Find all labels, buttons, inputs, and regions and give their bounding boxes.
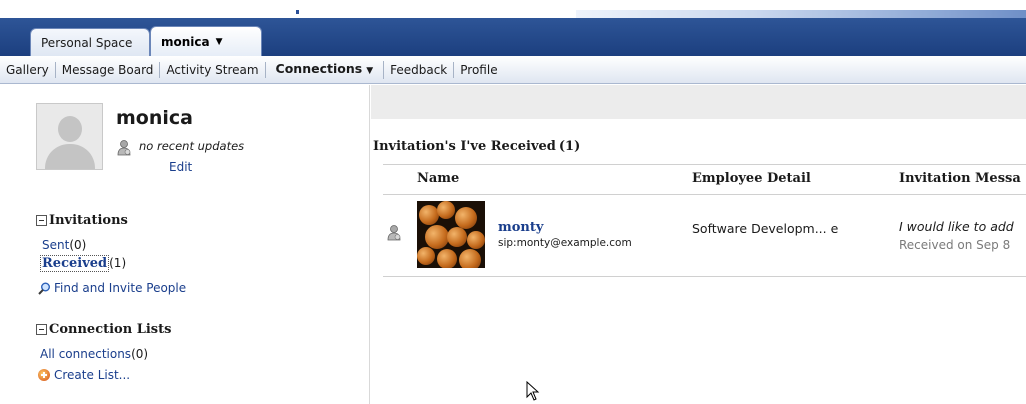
top-decoration-gradient [576,10,1026,18]
column-header-employee-detail[interactable]: Employee Detail [692,171,811,186]
mouse-cursor-icon [526,381,540,401]
received-invitations-link[interactable]: Received (1) [40,255,127,272]
create-list-icon [38,369,50,381]
column-header-name[interactable]: Name [417,171,459,186]
collapse-icon[interactable] [36,324,47,335]
nav-connections-label: Connections [275,60,363,76]
find-invite-people-link[interactable]: Find and Invite People [54,281,186,295]
profile-name: monica [116,107,193,129]
page-title: Invitation's I've Received (1) [373,139,580,154]
received-label: Received [40,255,110,272]
nav-feedback[interactable]: Feedback [384,61,455,78]
avatar-body [45,144,95,169]
avatar-head [58,116,82,142]
all-connections-link[interactable]: All connections(0) [40,347,148,361]
sent-invitations-link[interactable]: Sent(0) [42,238,86,252]
avatar [36,103,103,170]
create-list-link[interactable]: Create List... [54,368,130,382]
header-bottom-divider [383,194,1026,195]
dropdown-caret-icon[interactable]: ▼ [366,66,373,76]
all-connections-count: (0) [131,347,149,361]
space-tab-bar: Personal Space monica ▼ [0,18,1026,56]
nav-profile[interactable]: Profile [454,62,503,78]
tab-personal-space[interactable]: Personal Space [30,28,150,56]
top-decoration-dot [296,10,299,14]
header-divider [383,164,1026,165]
user-photo[interactable] [417,201,485,268]
tab-monica-label: monica [161,34,210,49]
connection-lists-section-header[interactable]: Connection Lists [36,322,171,337]
tab-monica[interactable]: monica ▼ [150,26,262,56]
presence-icon [387,225,401,241]
status-text: no recent updates [139,139,245,153]
main-header-band [371,85,1026,119]
person-sip: sip:monty@example.com [498,237,632,249]
sent-count: (0) [69,238,87,252]
page-title-text: Invitation's I've Received [373,139,556,154]
employee-detail: Software Developm... e [692,221,839,236]
received-count: (1) [109,256,127,270]
invitations-section-header[interactable]: Invitations [36,213,128,228]
collapse-icon[interactable] [36,215,47,226]
edit-status-link[interactable]: Edit [169,160,192,174]
nav-message-board[interactable]: Message Board [56,61,161,78]
invitations-title: Invitations [49,213,128,228]
page-nav-bar: Gallery Message Board Activity Stream Co… [0,56,1026,84]
presence-icon [117,140,131,156]
row-divider [383,276,1026,277]
nav-gallery[interactable]: Gallery [0,61,56,78]
tab-personal-space-label: Personal Space [41,35,133,50]
column-header-invitation-message[interactable]: Invitation Messa [899,171,1021,186]
sent-label: Sent [42,238,70,252]
search-icon [38,282,50,295]
nav-activity-stream[interactable]: Activity Stream [160,61,266,78]
nav-connections[interactable]: Connections ▼ [266,60,385,79]
invitation-message: I would like to add [899,219,1014,234]
person-name-link[interactable]: monty [498,220,543,235]
connection-lists-title: Connection Lists [49,322,172,337]
dropdown-caret-icon[interactable]: ▼ [216,37,223,47]
top-strip [0,0,1026,18]
all-connections-label: All connections [40,347,132,361]
invitation-received-date: Received on Sep 8 [899,238,1011,252]
page-title-count: (1) [558,139,581,154]
